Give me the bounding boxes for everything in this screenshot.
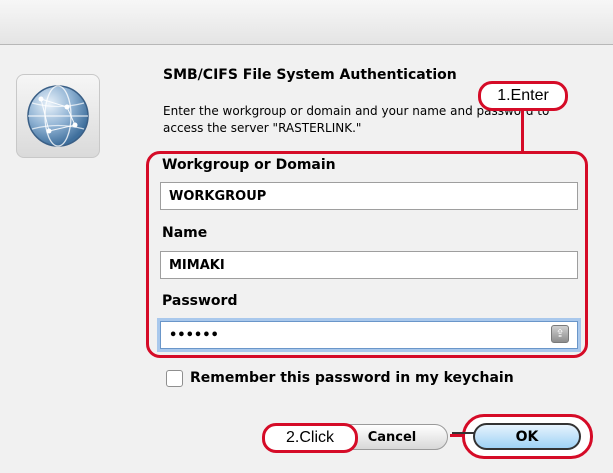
- annotation-highlight-fields: [146, 151, 588, 358]
- annotation-connector-line: [521, 110, 524, 153]
- annotation-step1-callout: 1.Enter: [478, 81, 568, 111]
- ok-button[interactable]: OK: [473, 423, 581, 450]
- annotation-step2-callout: 2.Click: [262, 423, 358, 453]
- annotation-connector-red: [450, 434, 464, 437]
- window-titlebar: [0, 0, 613, 45]
- dialog-title: SMB/CIFS File System Authentication: [163, 67, 457, 83]
- remember-checkbox-label[interactable]: Remember this password in my keychain: [190, 370, 514, 386]
- remember-checkbox[interactable]: [166, 370, 183, 387]
- network-globe-icon: [16, 74, 100, 158]
